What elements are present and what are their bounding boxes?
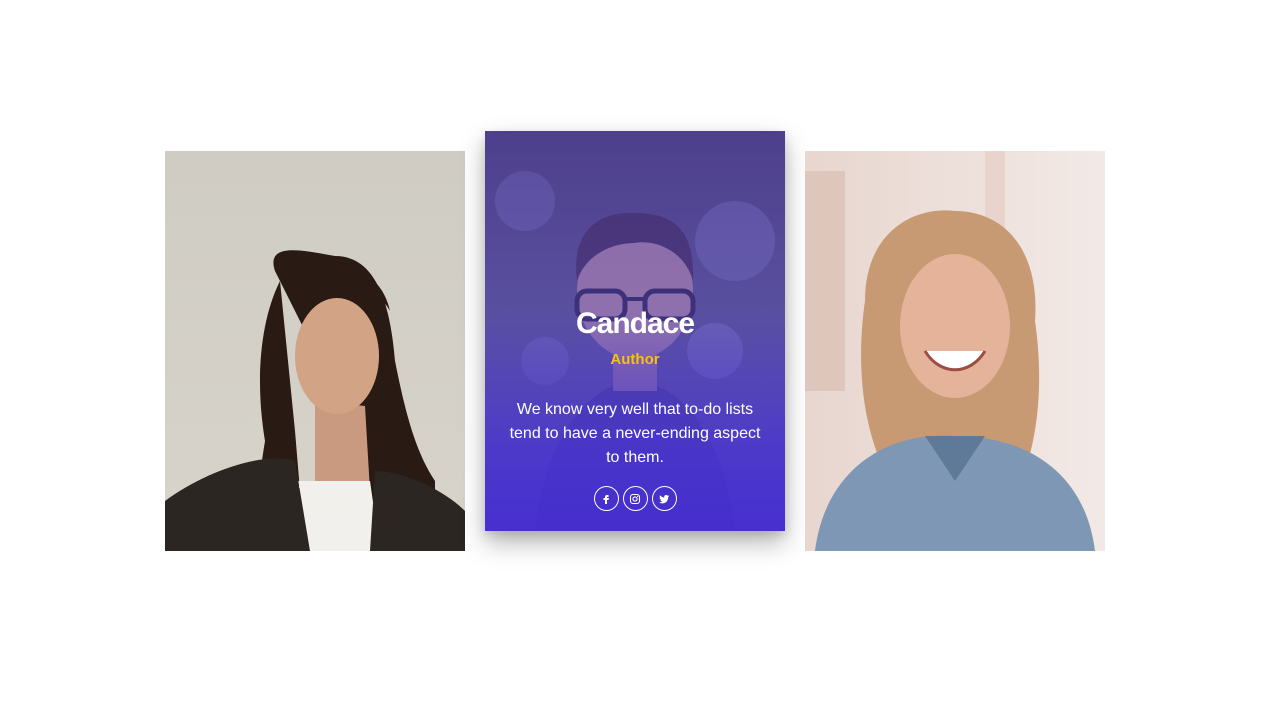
member-bio: We know very well that to-do lists tend … — [509, 401, 761, 466]
team-card-right[interactable] — [805, 151, 1105, 551]
member-name: Candace — [575, 307, 695, 340]
team-card-featured[interactable]: Candace Author We know very well that to… — [485, 131, 785, 531]
member-role: Author — [610, 351, 660, 368]
facebook-icon[interactable] — [593, 486, 619, 511]
portrait-woman-blonde-denim-jacket — [805, 151, 1105, 551]
team-card-left[interactable] — [165, 151, 465, 551]
portrait-woman-curly-hair — [165, 151, 465, 551]
social-links — [485, 486, 785, 511]
instagram-icon[interactable] — [622, 486, 648, 511]
twitter-icon[interactable] — [651, 486, 677, 511]
member-info: Candace Author We know very well that to… — [485, 131, 785, 531]
